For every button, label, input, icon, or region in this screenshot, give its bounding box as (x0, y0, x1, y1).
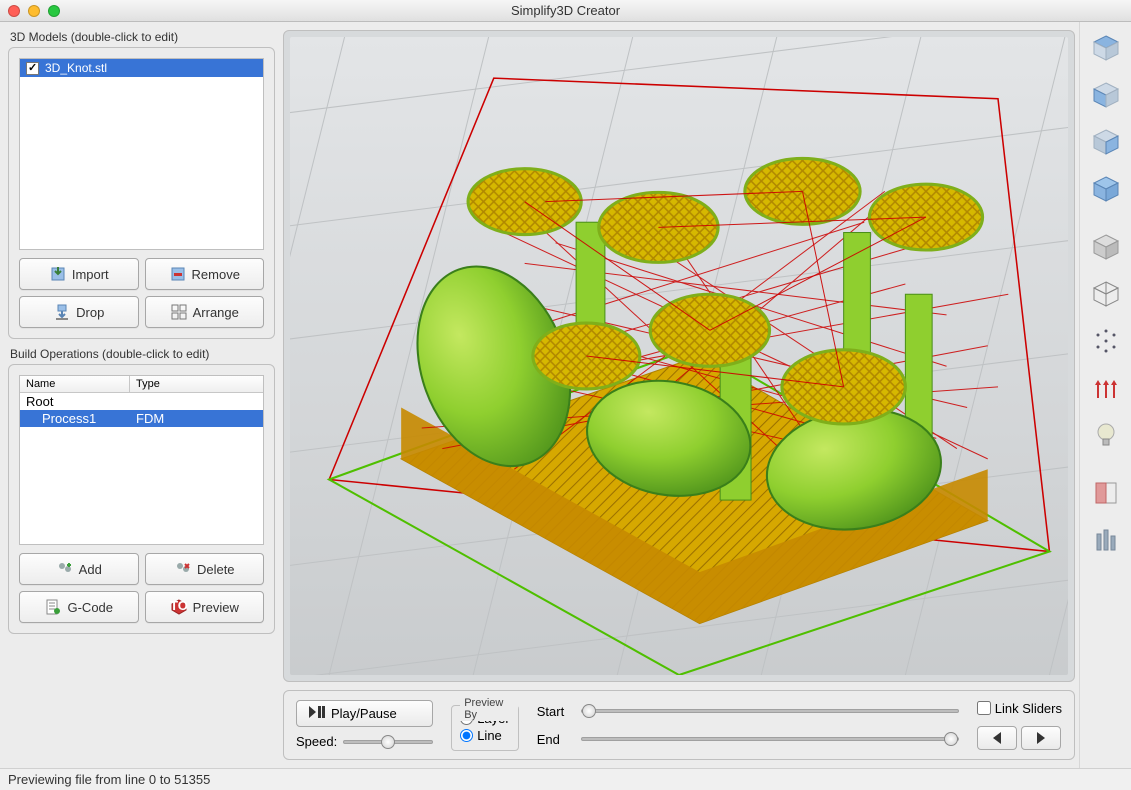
supports-icon (1090, 524, 1122, 556)
table-row[interactable]: Process1 FDM (20, 410, 263, 427)
models-panel-label: 3D Models (double-click to edit) (10, 30, 275, 44)
preview-by-title: Preview By (460, 697, 518, 721)
build-ops-section: Build Operations (double-click to edit) … (8, 347, 275, 634)
right-toolbar (1079, 22, 1131, 768)
col-name[interactable]: Name (20, 376, 130, 392)
gcode-label: G-Code (67, 600, 113, 615)
lighting-button[interactable] (1084, 413, 1128, 457)
window-title: Simplify3D Creator (0, 3, 1131, 18)
link-sliders-checkbox[interactable] (977, 701, 991, 715)
table-header: Name Type (20, 376, 263, 393)
step-back-button[interactable] (977, 726, 1017, 750)
drop-label: Drop (76, 305, 104, 320)
model-list-item[interactable]: 3D_Knot.stl (20, 59, 263, 77)
statusbar: Previewing file from line 0 to 51355 (0, 768, 1131, 790)
import-label: Import (72, 267, 109, 282)
play-pause-button[interactable]: Play/Pause (296, 700, 433, 727)
row-name: Root (26, 394, 136, 409)
svg-text:STOP: STOP (170, 598, 188, 613)
preview-label: Preview (193, 600, 239, 615)
link-sliders-label: Link Sliders (995, 701, 1062, 716)
points-view-button[interactable] (1084, 319, 1128, 363)
build-buttons: Add Delete G-Code (19, 553, 264, 623)
status-text: Previewing file from line 0 to 51355 (8, 772, 210, 787)
gcode-button[interactable]: G-Code (19, 591, 139, 623)
view-top-button[interactable] (1084, 26, 1128, 70)
row-type: FDM (136, 411, 164, 426)
viewport-3d[interactable] (283, 30, 1075, 682)
arrange-icon (170, 303, 188, 321)
radio-line-label: Line (477, 728, 502, 743)
build-panel-label: Build Operations (double-click to edit) (10, 347, 275, 361)
models-section: 3D Models (double-click to edit) 3D_Knot… (8, 30, 275, 339)
view-iso-button[interactable] (1084, 167, 1128, 211)
row-name: Process1 (26, 411, 136, 426)
play-pause-label: Play/Pause (331, 706, 397, 721)
wireframe-view-button[interactable] (1084, 272, 1128, 316)
normals-icon (1090, 372, 1122, 404)
speed-label: Speed: (296, 734, 337, 749)
solid-cube-icon (1090, 231, 1122, 263)
remove-button[interactable]: Remove (145, 258, 265, 290)
cube-front-icon (1090, 79, 1122, 111)
import-button[interactable]: Import (19, 258, 139, 290)
preview-by-group: Preview By Layer Line (451, 705, 519, 751)
preview-controls: Play/Pause Speed: Preview By Layer Line (283, 690, 1075, 760)
add-label: Add (79, 562, 102, 577)
view-front-button[interactable] (1084, 73, 1128, 117)
solid-view-button[interactable] (1084, 225, 1128, 269)
drop-icon (53, 303, 71, 321)
supports-button[interactable] (1084, 518, 1128, 562)
build-ops-table[interactable]: Name Type Root Process1 FDM (19, 375, 264, 545)
speed-slider[interactable] (343, 733, 433, 751)
models-groupbox: 3D_Knot.stl Import Remove (8, 47, 275, 339)
radio-line-row[interactable]: Line (460, 727, 510, 744)
step-forward-button[interactable] (1021, 726, 1061, 750)
add-button[interactable]: Add (19, 553, 139, 585)
build-groupbox: Name Type Root Process1 FDM (8, 364, 275, 634)
remove-label: Remove (192, 267, 240, 282)
gcode-icon (44, 598, 62, 616)
start-label: Start (537, 704, 571, 719)
cube-top-icon (1090, 32, 1122, 64)
cross-section-icon (1090, 477, 1122, 509)
step-forward-icon (1035, 732, 1047, 744)
step-back-icon (991, 732, 1003, 744)
remove-icon (169, 265, 187, 283)
delete-icon (174, 560, 192, 578)
points-icon (1090, 325, 1122, 357)
col-type[interactable]: Type (130, 376, 263, 392)
delete-label: Delete (197, 562, 235, 577)
import-icon (49, 265, 67, 283)
start-slider[interactable] (581, 702, 959, 720)
drop-button[interactable]: Drop (19, 296, 139, 328)
table-row[interactable]: Root (20, 393, 263, 410)
link-sliders-row[interactable]: Link Sliders (977, 701, 1062, 716)
radio-line[interactable] (460, 729, 473, 742)
cube-side-icon (1090, 126, 1122, 158)
model-list[interactable]: 3D_Knot.stl (19, 58, 264, 250)
model-name: 3D_Knot.stl (45, 61, 107, 75)
center-panel: Play/Pause Speed: Preview By Layer Line (283, 22, 1079, 768)
app-body: 3D Models (double-click to edit) 3D_Knot… (0, 22, 1131, 768)
end-slider[interactable] (581, 730, 959, 748)
arrange-label: Arrange (193, 305, 239, 320)
left-panel: 3D Models (double-click to edit) 3D_Knot… (0, 22, 283, 768)
preview-icon: STOP (170, 598, 188, 616)
titlebar: Simplify3D Creator (0, 0, 1131, 22)
play-pause-icon (309, 706, 325, 721)
add-icon (56, 560, 74, 578)
wireframe-cube-icon (1090, 278, 1122, 310)
end-label: End (537, 732, 571, 747)
model-buttons: Import Remove Drop (19, 258, 264, 328)
arrange-button[interactable]: Arrange (145, 296, 265, 328)
lightbulb-icon (1090, 419, 1122, 451)
delete-button[interactable]: Delete (145, 553, 265, 585)
cross-section-button[interactable] (1084, 471, 1128, 515)
normals-button[interactable] (1084, 366, 1128, 410)
model-visibility-checkbox[interactable] (26, 62, 39, 75)
view-side-button[interactable] (1084, 120, 1128, 164)
preview-button[interactable]: STOP Preview (145, 591, 265, 623)
cube-iso-icon (1090, 173, 1122, 205)
